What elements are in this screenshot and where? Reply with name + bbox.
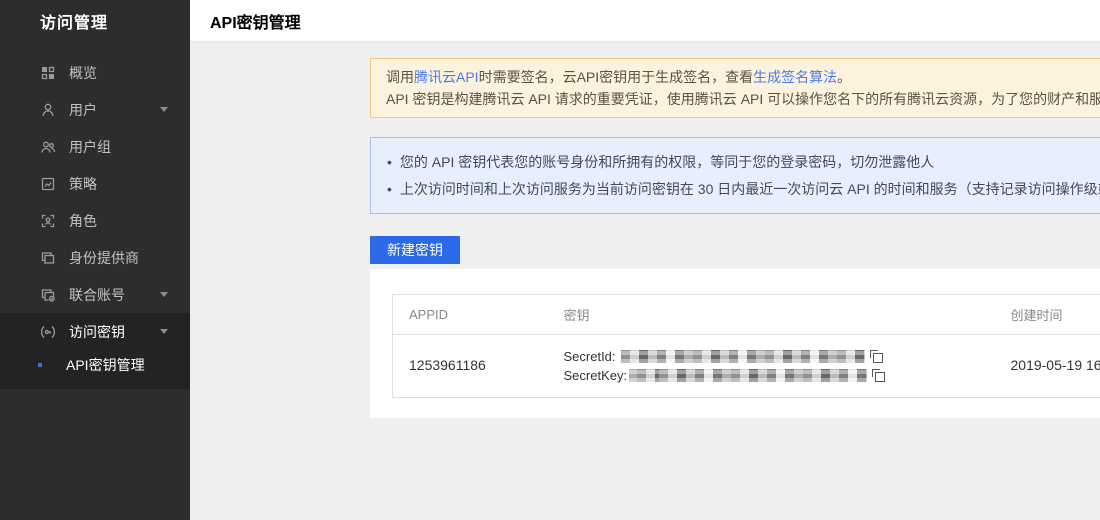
warning-text: 时需要签名，云API密钥用于生成签名，查看 xyxy=(479,69,754,85)
secret-key-line: SecretKey: xyxy=(564,366,995,385)
column-header-appid: APPID xyxy=(393,295,548,335)
secret-id-line: SecretId: xyxy=(564,347,995,366)
signature-algorithm-link[interactable]: 生成签名算法 xyxy=(753,69,837,85)
column-header-secret: 密钥 xyxy=(548,295,995,335)
main-area: API密钥管理 调用腾讯云API时需要签名，云API密钥用于生成签名，查看生成签… xyxy=(190,0,1100,418)
sidebar-subitem-label: API密钥管理 xyxy=(66,355,145,375)
content-area: 调用腾讯云API时需要签名，云API密钥用于生成签名，查看生成签名算法。 API… xyxy=(190,42,1100,418)
sidebar-item-label: 用户 xyxy=(69,100,97,120)
access-key-icon xyxy=(40,324,56,340)
create-key-button[interactable]: 新建密钥 xyxy=(370,236,460,264)
sidebar-item-overview[interactable]: 概览 xyxy=(0,54,190,91)
secret-id-redacted xyxy=(621,350,865,363)
sidebar-nav: 概览 用户 用户组 策略 角色 xyxy=(0,54,190,389)
sidebar-title: 访问管理 xyxy=(0,0,190,33)
warning-notice: 调用腾讯云API时需要签名，云API密钥用于生成签名，查看生成签名算法。 API… xyxy=(370,58,1100,118)
api-keys-card: APPID 密钥 创建时间 1253961186 SecretId: xyxy=(370,269,1100,418)
chevron-down-icon xyxy=(160,292,168,297)
warning-text: 调用 xyxy=(386,69,414,85)
bullet-icon: • xyxy=(387,150,392,174)
tencent-cloud-api-link[interactable]: 腾讯云API xyxy=(414,69,479,85)
chevron-down-icon xyxy=(160,329,168,334)
user-icon xyxy=(40,102,56,118)
appid-value: 1253961186 xyxy=(409,357,486,373)
policy-icon xyxy=(40,176,56,192)
api-keys-table: APPID 密钥 创建时间 1253961186 SecretId: xyxy=(392,294,1100,398)
sidebar-section-access-keys: 访问密钥 API密钥管理 xyxy=(0,313,190,389)
sidebar-item-users[interactable]: 用户 xyxy=(0,91,190,128)
secret-key-redacted xyxy=(629,369,867,382)
created-time-value: 2019-05-19 16:0 xyxy=(1011,357,1100,373)
info-bullet-text: 上次访问时间和上次访问服务为当前访问密钥在 30 日内最近一次访问云 API 的… xyxy=(400,177,1100,201)
page-header: API密钥管理 xyxy=(190,0,1100,42)
warning-line-1: 调用腾讯云API时需要签名，云API密钥用于生成签名，查看生成签名算法。 xyxy=(386,66,1100,88)
sidebar-item-label: 概览 xyxy=(69,63,97,83)
active-dot xyxy=(38,363,42,367)
sidebar-item-roles[interactable]: 角色 xyxy=(0,202,190,239)
sidebar-item-identity-providers[interactable]: 身份提供商 xyxy=(0,239,190,276)
sidebar-item-access-keys[interactable]: 访问密钥 xyxy=(0,313,190,350)
user-group-icon xyxy=(40,139,56,155)
sidebar: 访问管理 概览 用户 用户组 策略 xyxy=(0,0,190,520)
sidebar-item-user-groups[interactable]: 用户组 xyxy=(0,128,190,165)
federated-account-icon xyxy=(40,287,56,303)
sidebar-item-label: 角色 xyxy=(69,211,97,231)
overview-icon xyxy=(40,65,56,81)
info-bullet: • 上次访问时间和上次访问服务为当前访问密钥在 30 日内最近一次访问云 API… xyxy=(387,177,1100,201)
table-row: 1253961186 SecretId: SecretKey: xyxy=(393,335,1100,398)
column-header-created: 创建时间 xyxy=(995,295,1100,335)
sidebar-item-label: 用户组 xyxy=(69,137,111,157)
copy-icon[interactable] xyxy=(872,369,885,382)
info-notice: • 您的 API 密钥代表您的账号身份和所拥有的权限，等同于您的登录密码，切勿泄… xyxy=(370,137,1100,214)
chevron-down-icon xyxy=(160,107,168,112)
warning-line-2: API 密钥是构建腾讯云 API 请求的重要凭证，使用腾讯云 API 可以操作您… xyxy=(386,88,1100,110)
sidebar-subitem-api-key-management[interactable]: API密钥管理 xyxy=(0,350,190,380)
secret-key-label: SecretKey: xyxy=(564,368,628,383)
table-header-row: APPID 密钥 创建时间 xyxy=(393,295,1100,335)
copy-icon[interactable] xyxy=(870,350,883,363)
sidebar-item-label: 联合账号 xyxy=(69,285,125,305)
sidebar-item-policies[interactable]: 策略 xyxy=(0,165,190,202)
warning-text: 。 xyxy=(837,69,851,85)
sidebar-item-label: 身份提供商 xyxy=(69,248,139,268)
info-bullet-text: 您的 API 密钥代表您的账号身份和所拥有的权限，等同于您的登录密码，切勿泄露他… xyxy=(400,150,934,174)
identity-provider-icon xyxy=(40,250,56,266)
sidebar-item-label: 策略 xyxy=(69,174,97,194)
page-title: API密钥管理 xyxy=(210,9,301,33)
sidebar-item-label: 访问密钥 xyxy=(69,322,125,342)
sidebar-item-federated-accounts[interactable]: 联合账号 xyxy=(0,276,190,313)
secret-id-label: SecretId: xyxy=(564,349,616,364)
role-icon xyxy=(40,213,56,229)
bullet-icon: • xyxy=(387,177,392,201)
info-bullet: • 您的 API 密钥代表您的账号身份和所拥有的权限，等同于您的登录密码，切勿泄… xyxy=(387,150,1100,174)
